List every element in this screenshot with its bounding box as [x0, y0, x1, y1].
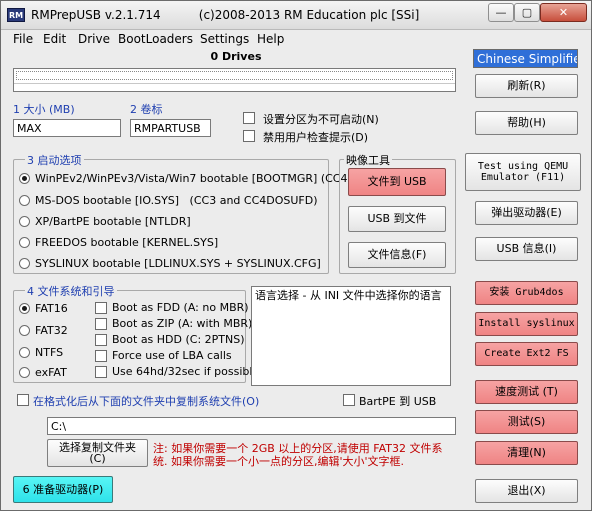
boot-option-msdos-label: MS-DOS bootable [IO.SYS] (CC3 and CC4DOS…	[35, 194, 318, 207]
install-syslinux-button[interactable]: Install syslinux	[475, 312, 578, 336]
minimize-button[interactable]: —	[488, 3, 514, 22]
main-window: RM RMPrepUSB v.2.1.714 (c)2008-2013 RM E…	[0, 0, 592, 511]
boot-option-freedos-label: FREEDOS bootable [KERNEL.SYS]	[35, 236, 219, 249]
non-bootable-label: 设置分区为不可启动(N)	[263, 113, 379, 126]
menu-drive[interactable]: Drive	[78, 32, 110, 46]
boot-option-xp-label: XP/BartPE bootable [NTLDR]	[35, 215, 191, 228]
test-button[interactable]: 测试(S)	[475, 410, 578, 434]
disable-prompts-label: 禁用用户检查提示(D)	[263, 131, 369, 144]
menu-edit[interactable]: Edit	[43, 32, 66, 46]
size-input[interactable]: MAX	[13, 119, 121, 137]
app-logo-icon: RM	[7, 8, 25, 22]
help-button[interactable]: 帮助(H)	[475, 111, 578, 135]
bartpe-checkbox[interactable]	[343, 394, 355, 406]
note-line-2: 统. 如果你需要一个小一点的分区,编辑'大小'文字框.	[153, 455, 405, 468]
close-button[interactable]: ✕	[540, 3, 587, 22]
drive-list[interactable]	[13, 68, 456, 92]
file-to-usb-button[interactable]: 文件到 USB	[348, 168, 446, 196]
non-bootable-checkbox[interactable]	[243, 112, 255, 124]
boot-options-title: 3 启动选项	[25, 152, 84, 168]
install-grub4dos-button[interactable]: 安装 Grub4dos	[475, 281, 578, 305]
clean-button[interactable]: 清理(N)	[475, 441, 578, 465]
exit-button[interactable]: 退出(X)	[475, 479, 578, 503]
filesystem-title: 4 文件系统和引导	[25, 283, 117, 299]
image-tools-title: 映像工具	[344, 152, 392, 168]
menu-file[interactable]: File	[13, 32, 33, 46]
file-info-button[interactable]: 文件信息(F)	[348, 242, 446, 268]
menu-bar: File Edit Drive BootLoaders Settings Hel…	[1, 30, 591, 48]
fs-ntfs-radio[interactable]	[19, 347, 30, 358]
maximize-button[interactable]: ▢	[514, 3, 540, 22]
boot-fdd-label: Boot as FDD (A: no MBR)	[112, 301, 249, 314]
fs-ntfs-label: NTFS	[35, 346, 64, 359]
speed-test-button[interactable]: 速度测试 (T)	[475, 380, 578, 404]
bartpe-label: BartPE 到 USB	[359, 395, 437, 408]
disable-prompts-checkbox[interactable]	[243, 130, 255, 142]
force-lba-label: Force use of LBA calls	[112, 349, 232, 362]
refresh-button[interactable]: 刷新(R)	[475, 74, 578, 98]
boot-option-msdos-radio[interactable]	[19, 195, 30, 206]
create-ext2-button[interactable]: Create Ext2 FS	[475, 342, 578, 366]
fs-fat32-label: FAT32	[35, 324, 68, 337]
boot-fdd-checkbox[interactable]	[95, 302, 107, 314]
window-title: RMPrepUSB v.2.1.714 (c)2008-2013 RM Educ…	[31, 8, 420, 22]
copy-folder-path-input[interactable]: C:\	[47, 417, 456, 435]
info-textbox[interactable]: 语言选择 - 从 INI 文件中选择你的语言	[251, 286, 451, 386]
qemu-test-button[interactable]: Test using QEMU Emulator (F11)	[465, 153, 581, 191]
volume-label-input[interactable]: RMPARTUSB	[130, 119, 211, 137]
eject-drive-button[interactable]: 弹出驱动器(E)	[475, 201, 578, 225]
boot-option-xp-radio[interactable]	[19, 216, 30, 227]
fs-fat32-radio[interactable]	[19, 325, 30, 336]
menu-help[interactable]: Help	[257, 32, 284, 46]
force-lba-checkbox[interactable]	[95, 350, 107, 362]
use-64hd-label: Use 64hd/32sec if possible	[112, 365, 260, 378]
use-64hd-checkbox[interactable]	[95, 366, 107, 378]
volume-label-label: 2 卷标	[130, 103, 163, 116]
fs-exfat-label: exFAT	[35, 366, 67, 379]
drive-list-divider	[14, 83, 455, 84]
title-bar[interactable]: RM RMPrepUSB v.2.1.714 (c)2008-2013 RM E…	[1, 1, 591, 30]
copy-files-label: 在格式化后从下面的文件夹中复制系统文件(O)	[33, 395, 260, 408]
usb-info-button[interactable]: USB 信息(I)	[475, 237, 578, 261]
choose-copy-folder-button[interactable]: 选择复制文件夹(C)	[47, 439, 148, 467]
menu-settings[interactable]: Settings	[200, 32, 249, 46]
language-select-value: Chinese Simplified	[477, 52, 578, 66]
boot-zip-label: Boot as ZIP (A: with MBR)	[112, 317, 253, 330]
fs-fat16-label: FAT16	[35, 302, 68, 315]
prepare-drive-button[interactable]: 6 准备驱动器(P)	[13, 476, 113, 503]
fs-fat16-radio[interactable]	[19, 303, 30, 314]
boot-hdd-checkbox[interactable]	[95, 334, 107, 346]
menu-bootloaders[interactable]: BootLoaders	[118, 32, 193, 46]
drives-count: 0 Drives	[210, 50, 262, 63]
boot-option-winpe-radio[interactable]	[19, 173, 30, 184]
boot-option-syslinux-label: SYSLINUX bootable [LDLINUX.SYS + SYSLINU…	[35, 257, 321, 270]
fs-exfat-radio[interactable]	[19, 367, 30, 378]
copy-files-checkbox[interactable]	[17, 394, 29, 406]
drive-list-selection	[16, 71, 453, 80]
size-label: 1 大小 (MB)	[13, 103, 75, 116]
boot-option-syslinux-radio[interactable]	[19, 258, 30, 269]
usb-to-file-button[interactable]: USB 到文件	[348, 206, 446, 232]
boot-zip-checkbox[interactable]	[95, 318, 107, 330]
language-select[interactable]: Chinese Simplified	[473, 49, 578, 68]
boot-option-winpe-label: WinPEv2/WinPEv3/Vista/Win7 bootable [BOO…	[35, 172, 352, 185]
boot-hdd-label: Boot as HDD (C: 2PTNS)	[112, 333, 245, 346]
boot-option-freedos-radio[interactable]	[19, 237, 30, 248]
